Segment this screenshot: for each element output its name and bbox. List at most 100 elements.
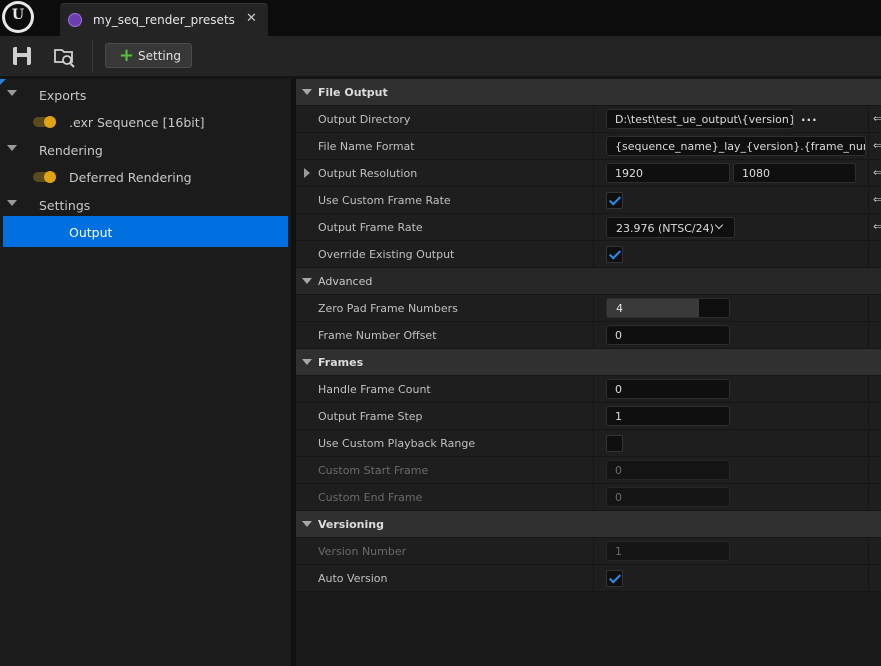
property-label: Handle Frame Count <box>318 383 431 396</box>
reset-to-default-icon[interactable]: ⇐ <box>873 220 881 233</box>
column-divider <box>593 295 594 322</box>
subcategory-advanced[interactable]: Advanced <box>296 268 881 295</box>
reset-to-default-icon[interactable]: ⇐ <box>873 139 881 152</box>
zero-pad-value: 4 <box>616 302 623 315</box>
property-label: Output Resolution <box>318 167 418 180</box>
collapse-arrow-icon[interactable] <box>302 278 312 284</box>
browse-folder-button[interactable]: ... <box>801 110 818 124</box>
column-divider <box>593 106 594 133</box>
frame-number-offset-field[interactable]: 0 <box>606 325 730 345</box>
tree-category-rendering[interactable]: Rendering <box>3 136 288 163</box>
column-divider <box>868 241 869 268</box>
property-output-frame-step: Output Frame Step 1 <box>296 403 881 430</box>
column-divider <box>868 403 869 430</box>
add-setting-button[interactable]: + Setting <box>105 43 192 68</box>
resolution-x-field[interactable]: 1920 <box>606 163 730 183</box>
column-divider <box>593 160 594 187</box>
column-divider <box>868 106 869 133</box>
close-icon[interactable]: ✕ <box>246 11 257 26</box>
property-auto-version: Auto Version <box>296 565 881 592</box>
property-label: Zero Pad Frame Numbers <box>318 302 458 315</box>
tree-category-exports[interactable]: Exports <box>3 81 288 108</box>
category-label: File Output <box>318 86 388 99</box>
property-label: Custom Start Frame <box>318 464 429 477</box>
resolution-y-field[interactable]: 1080 <box>733 163 856 183</box>
property-label: Override Existing Output <box>318 248 455 261</box>
category-versioning[interactable]: Versioning <box>296 511 881 538</box>
title-bar: U my_seq_render_presets ✕ <box>0 0 881 36</box>
add-setting-label: Setting <box>138 49 181 63</box>
tree-category-label: Rendering <box>39 143 103 158</box>
frame-rate-dropdown[interactable]: 23.976 (NTSC/24) <box>606 217 735 238</box>
column-divider <box>593 214 594 241</box>
version-number-field: 1 <box>606 541 730 561</box>
property-custom-end-frame: Custom End Frame 0 <box>296 484 881 511</box>
column-divider <box>868 430 869 457</box>
use-custom-playback-range-checkbox[interactable] <box>606 435 623 452</box>
property-label: Auto Version <box>318 572 388 585</box>
property-zero-pad-frame-numbers: Zero Pad Frame Numbers 4 <box>296 295 881 322</box>
tree-category-settings[interactable]: Settings <box>3 191 288 218</box>
property-label: File Name Format <box>318 140 415 153</box>
property-label: Use Custom Frame Rate <box>318 194 451 207</box>
tree-item-exr-sequence[interactable]: .exr Sequence [16bit] <box>3 108 288 135</box>
column-divider <box>593 187 594 214</box>
tree-item-deferred-rendering[interactable]: Deferred Rendering <box>3 163 288 190</box>
column-divider <box>593 565 594 592</box>
property-frame-number-offset: Frame Number Offset 0 <box>296 322 881 349</box>
checkmark-icon <box>608 247 622 260</box>
collapse-arrow-icon[interactable] <box>7 200 17 206</box>
save-icon <box>13 47 31 65</box>
auto-version-checkbox[interactable] <box>606 570 623 587</box>
output-directory-field[interactable]: D:\test\test_ue_output\{version} <box>606 109 794 129</box>
toolbar: + Setting <box>0 36 881 76</box>
custom-end-frame-field: 0 <box>606 487 730 507</box>
property-label: Output Directory <box>318 113 411 126</box>
column-divider <box>868 484 869 511</box>
details-panel: File Output Output Directory D:\test\tes… <box>296 79 881 666</box>
column-divider <box>868 565 869 592</box>
property-label: Output Frame Rate <box>318 221 423 234</box>
save-button[interactable] <box>8 42 36 70</box>
use-custom-frame-rate-checkbox[interactable] <box>606 192 623 209</box>
settings-tree-panel: Exports .exr Sequence [16bit] Rendering … <box>0 79 291 666</box>
category-label: Frames <box>318 356 364 369</box>
property-label: Output Frame Step <box>318 410 423 423</box>
checkmark-icon <box>608 571 622 584</box>
collapse-arrow-icon[interactable] <box>302 89 312 95</box>
enable-toggle[interactable] <box>33 171 56 183</box>
reset-to-default-icon[interactable]: ⇐ <box>873 112 881 125</box>
tree-item-label: .exr Sequence [16bit] <box>69 115 205 130</box>
property-file-name-format: File Name Format {sequence_name}_lay_{ve… <box>296 133 881 160</box>
unreal-logo-icon[interactable]: U <box>2 1 34 33</box>
tree-category-label: Exports <box>39 88 87 103</box>
category-frames[interactable]: Frames <box>296 349 881 376</box>
zero-pad-spinner[interactable]: 4 <box>606 298 730 318</box>
logo-glyph: U <box>11 7 25 23</box>
reset-to-default-icon[interactable]: ⇐ <box>873 193 881 206</box>
category-file-output[interactable]: File Output <box>296 79 881 106</box>
override-existing-output-checkbox[interactable] <box>606 246 623 263</box>
collapse-arrow-icon[interactable] <box>302 521 312 527</box>
column-divider <box>593 430 594 457</box>
property-use-custom-playback-range: Use Custom Playback Range <box>296 430 881 457</box>
tab-title: my_seq_render_presets <box>93 13 235 27</box>
column-divider <box>868 376 869 403</box>
column-divider <box>868 133 869 160</box>
category-label: Versioning <box>318 518 384 531</box>
reset-to-default-icon[interactable]: ⇐ <box>873 166 881 179</box>
collapse-arrow-icon[interactable] <box>7 145 17 151</box>
property-output-directory: Output Directory D:\test\test_ue_output\… <box>296 106 881 133</box>
expand-arrow-icon[interactable] <box>304 168 310 178</box>
column-divider <box>868 538 869 565</box>
tree-item-output[interactable]: Output <box>3 216 288 247</box>
enable-toggle[interactable] <box>33 116 56 128</box>
output-frame-step-field[interactable]: 1 <box>606 406 730 426</box>
browse-to-asset-button[interactable] <box>51 42 79 70</box>
column-divider <box>593 241 594 268</box>
collapse-arrow-icon[interactable] <box>7 90 17 96</box>
collapse-arrow-icon[interactable] <box>302 359 312 365</box>
file-name-format-field[interactable]: {sequence_name}_lay_{version}.{frame_num… <box>606 136 866 156</box>
handle-frame-count-field[interactable]: 0 <box>606 379 730 399</box>
tab-presets[interactable]: my_seq_render_presets ✕ <box>60 3 268 36</box>
